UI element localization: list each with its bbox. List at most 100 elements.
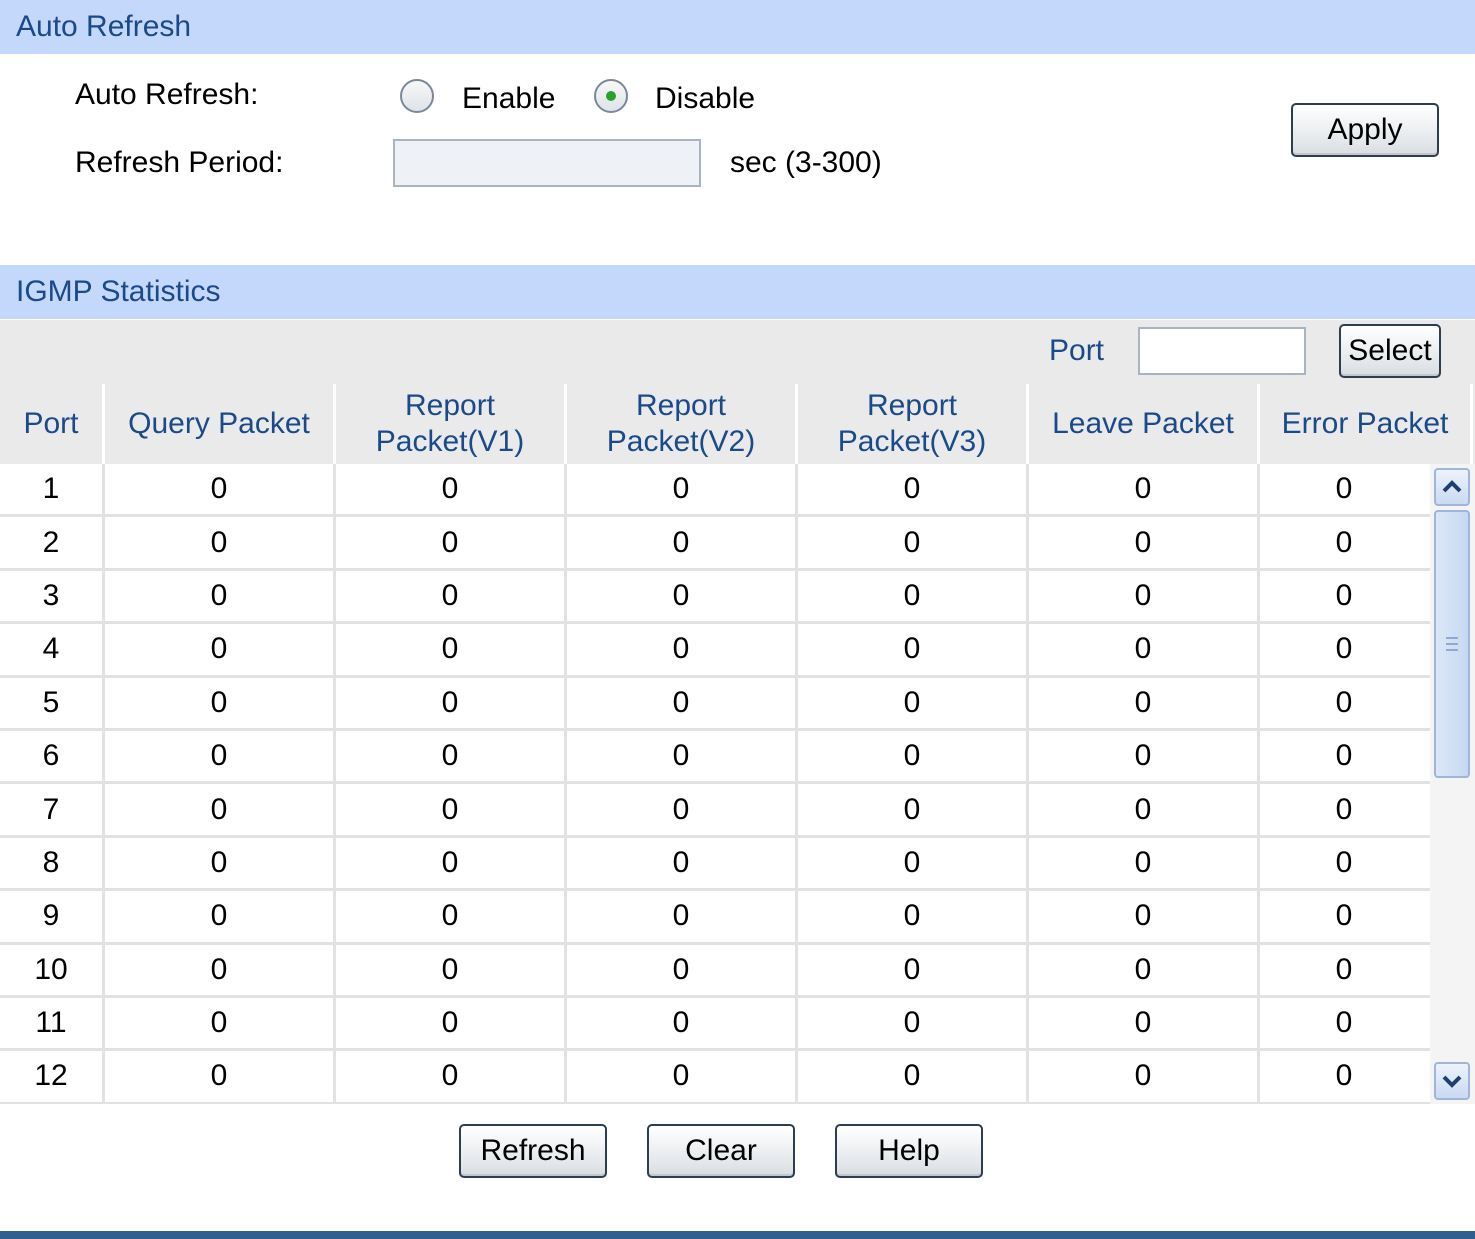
- cell-col-report-v2: 0: [567, 624, 798, 675]
- cell-col-leave-packet: 0: [1029, 784, 1260, 835]
- table-row: 2000000: [0, 517, 1430, 571]
- cell-col-report-v3: 0: [798, 784, 1029, 835]
- cell-col-report-v2: 0: [567, 464, 798, 515]
- refresh-button[interactable]: Refresh: [459, 1124, 607, 1178]
- header-label: Report: [404, 389, 496, 422]
- cell-col-report-v1: 0: [336, 464, 567, 515]
- refresh-period-input[interactable]: [393, 139, 701, 187]
- header-label: Report: [635, 389, 727, 422]
- auto-refresh-label: Auto Refresh:: [75, 78, 259, 111]
- table-scrollbar[interactable]: [1430, 464, 1475, 1104]
- cell-col-report-v3: 0: [798, 517, 1029, 568]
- cell-col-report-v3: 0: [798, 1051, 1029, 1102]
- cell-col-port: 2: [0, 517, 105, 568]
- cell-col-report-v3: 0: [798, 464, 1029, 515]
- table-row: 4000000: [0, 624, 1430, 678]
- cell-col-report-v3: 0: [798, 837, 1029, 889]
- cell-col-leave-packet: 0: [1029, 677, 1260, 728]
- cell-col-error-packet: 0: [1335, 685, 1353, 719]
- cell-col-report-v1: 0: [336, 1051, 567, 1102]
- cell-col-port: 6: [0, 730, 105, 782]
- header-label: Query Packet: [128, 407, 310, 440]
- cell-col-leave-packet: 0: [1029, 570, 1260, 622]
- cell-col-leave-packet: 0: [1029, 997, 1260, 1049]
- header-label: Error Packet: [1281, 407, 1449, 440]
- cell-col-report-v1: 0: [336, 730, 567, 782]
- enable-radio[interactable]: [400, 79, 434, 113]
- cell-col-report-v2: 0: [567, 677, 798, 728]
- scroll-up-button[interactable]: [1434, 468, 1470, 506]
- cell-col-port: 3: [0, 570, 105, 622]
- disable-radio-label: Disable: [655, 82, 756, 115]
- cell-col-report-v2: 0: [567, 730, 798, 782]
- auto-refresh-section-title: Auto Refresh: [0, 0, 1475, 54]
- cell-col-leave-packet: 0: [1029, 1051, 1260, 1102]
- cell-col-port: 10: [0, 944, 105, 995]
- cell-col-report-v2: 0: [567, 944, 798, 995]
- table-row: 9000000: [0, 891, 1430, 945]
- header-label: Report: [866, 389, 958, 422]
- cell-col-report-v3: 0: [798, 997, 1029, 1049]
- header-col-report-v2: Report Packet(V2): [567, 384, 798, 464]
- cell-col-leave-packet: 0: [1029, 624, 1260, 675]
- cell-col-report-v1: 0: [336, 624, 567, 675]
- cell-col-error-packet: 0: [1335, 1059, 1353, 1093]
- table-row: 6000000: [0, 730, 1430, 785]
- scroll-thumb[interactable]: [1434, 510, 1470, 778]
- cell-col-port: 4: [0, 624, 105, 675]
- header-col-error-packet: Error Packet: [1260, 384, 1473, 464]
- cell-col-port: 9: [0, 891, 105, 942]
- table-row: 3000000: [0, 570, 1430, 625]
- apply-button[interactable]: Apply: [1291, 103, 1439, 157]
- cell-col-leave-packet: 0: [1029, 464, 1260, 515]
- cell-col-report-v1: 0: [336, 891, 567, 942]
- chevron-up-icon: [1442, 480, 1462, 493]
- header-col-report-v3: Report Packet(V3): [798, 384, 1029, 464]
- cell-col-report-v1: 0: [336, 837, 567, 889]
- cell-col-error-packet: 0: [1335, 1006, 1353, 1040]
- port-filter-label: Port: [1049, 334, 1105, 367]
- cell-col-error-packet: 0: [1335, 472, 1353, 506]
- cell-col-error-packet: 0: [1335, 525, 1353, 559]
- cell-col-report-v1: 0: [336, 677, 567, 728]
- table-row: 7000000: [0, 784, 1430, 838]
- cell-col-report-v2: 0: [567, 891, 798, 942]
- cell-col-error-packet: 0: [1335, 739, 1353, 773]
- port-filter-input[interactable]: [1138, 327, 1306, 375]
- cell-col-query-packet: 0: [105, 570, 336, 622]
- cell-col-report-v2: 0: [567, 570, 798, 622]
- cell-col-leave-packet: 0: [1029, 891, 1260, 942]
- disable-radio[interactable]: [594, 79, 628, 113]
- cell-col-report-v3: 0: [798, 570, 1029, 622]
- cell-col-report-v3: 0: [798, 944, 1029, 995]
- help-button[interactable]: Help: [835, 1124, 983, 1178]
- table-row: 5000000: [0, 677, 1430, 731]
- refresh-period-label: Refresh Period:: [75, 146, 284, 179]
- cell-col-error-packet: 0: [1335, 792, 1353, 826]
- select-button[interactable]: Select: [1339, 324, 1441, 378]
- enable-radio-label: Enable: [462, 82, 556, 115]
- clear-button[interactable]: Clear: [647, 1124, 795, 1178]
- cell-col-report-v3: 0: [798, 891, 1029, 942]
- header-label: Packet(V1): [375, 425, 525, 458]
- cell-col-report-v1: 0: [336, 944, 567, 995]
- header-label: Leave Packet: [1052, 407, 1234, 440]
- scroll-down-button[interactable]: [1434, 1062, 1470, 1100]
- header-label: Packet(V2): [606, 425, 756, 458]
- refresh-period-unit: sec (3-300): [730, 146, 882, 179]
- cell-col-report-v3: 0: [798, 624, 1029, 675]
- header-col-leave-packet: Leave Packet: [1029, 384, 1260, 464]
- igmp-statistics-table: 1000000200000030000004000000500000060000…: [0, 464, 1430, 1104]
- cell-col-report-v2: 0: [567, 837, 798, 889]
- cell-col-query-packet: 0: [105, 464, 336, 515]
- cell-col-report-v2: 0: [567, 517, 798, 568]
- cell-col-report-v1: 0: [336, 784, 567, 835]
- bottom-divider: [0, 1231, 1475, 1239]
- cell-col-query-packet: 0: [105, 837, 336, 889]
- cell-col-query-packet: 0: [105, 944, 336, 995]
- grip-icon: [1446, 637, 1458, 651]
- table-header: Port Query Packet Report Packet(V1) Report Pa…: [0, 384, 1475, 464]
- cell-col-query-packet: 0: [105, 730, 336, 782]
- cell-col-port: 7: [0, 784, 105, 835]
- cell-col-port: 1: [0, 464, 105, 515]
